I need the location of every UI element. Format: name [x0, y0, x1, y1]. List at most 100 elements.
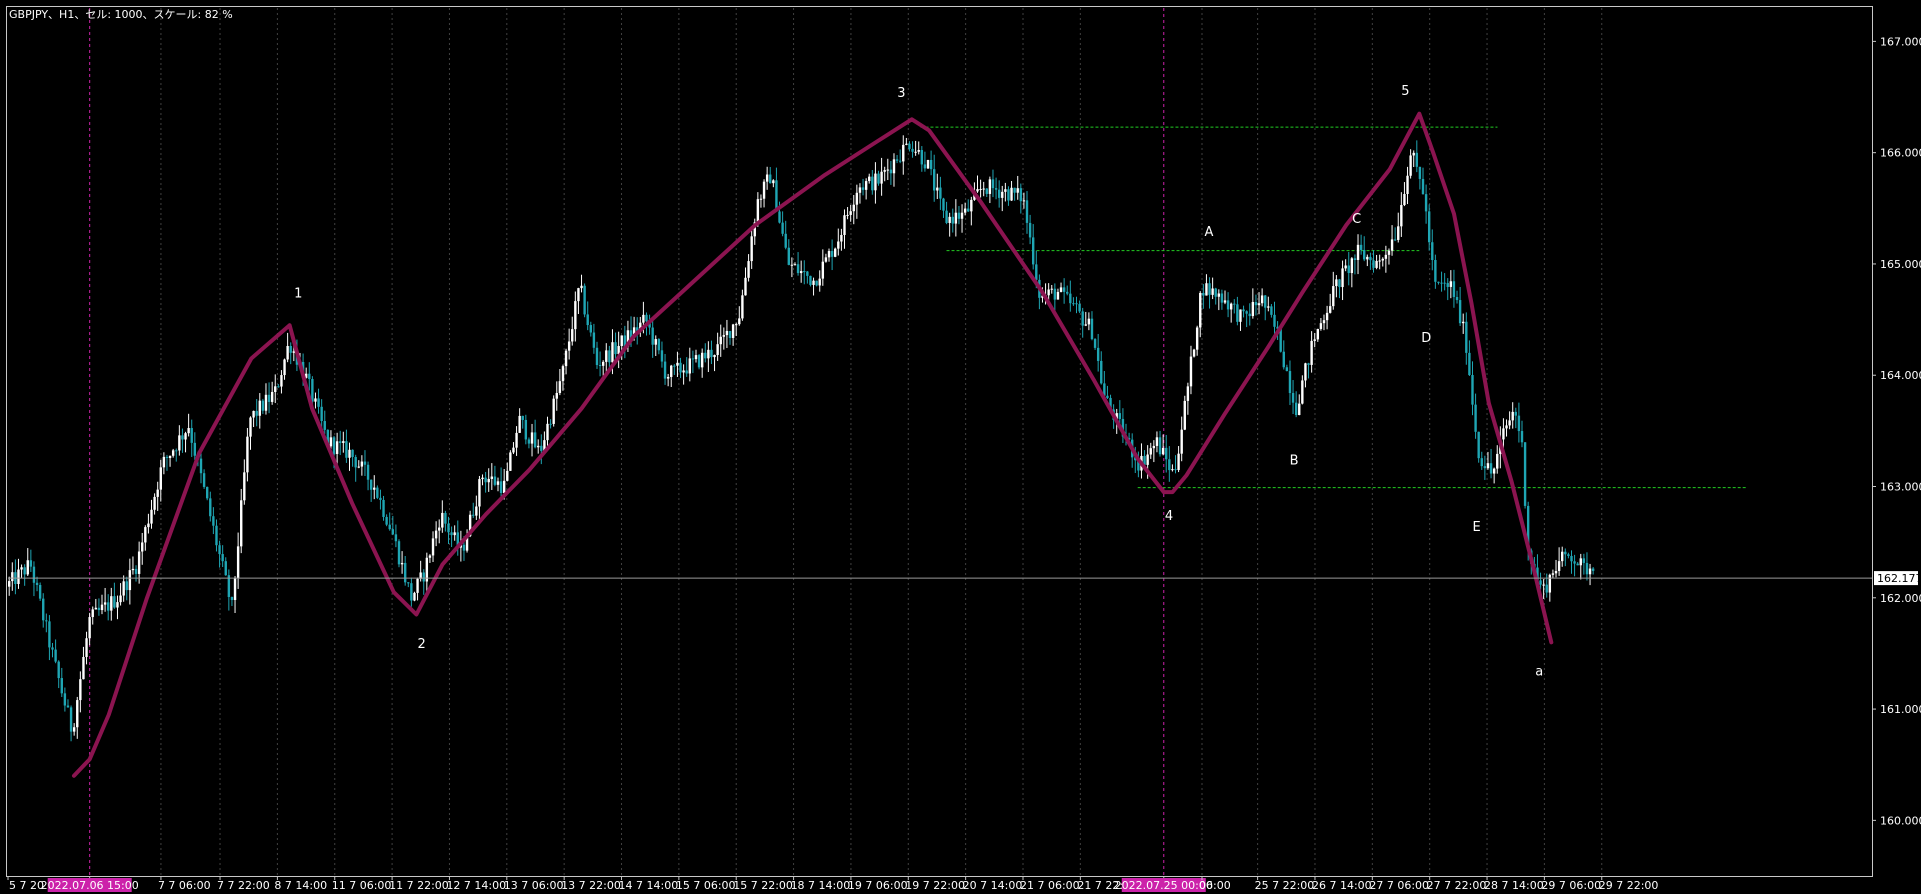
candle-body: [153, 496, 156, 510]
candle-body: [1301, 380, 1304, 404]
candle-body: [886, 169, 889, 171]
wave-label: 5: [1401, 84, 1409, 99]
candle-body: [147, 523, 150, 528]
candle-body: [478, 479, 481, 507]
candle-body: [840, 234, 843, 242]
candle-body: [1585, 562, 1589, 575]
candle-body: [1158, 437, 1162, 455]
x-tick-label: 29 7 22:00: [1599, 879, 1659, 892]
candle-body: [1492, 468, 1496, 474]
candle-body: [1183, 400, 1186, 430]
candle-body: [1437, 281, 1440, 283]
candle-body: [1019, 188, 1023, 202]
candle-body: [926, 159, 930, 169]
chart[interactable]: 1 2 3 4 5 A B C D Ea 162.177 160.000 161.000 162.00…: [0, 0, 1921, 894]
x-tick-label: 21 7 06:00: [1020, 879, 1080, 892]
candle-body: [218, 545, 221, 555]
candle-body: [670, 365, 673, 377]
candle-body: [1267, 306, 1270, 308]
candle-body: [178, 435, 181, 451]
candle-body: [883, 170, 886, 172]
candle-body: [555, 392, 558, 399]
candle-body: [8, 581, 11, 587]
candle-body: [66, 705, 70, 708]
candle-body: [1554, 570, 1558, 574]
candle-body: [1229, 303, 1233, 310]
x-tick-label: 15 7 06:00: [676, 879, 736, 892]
candle-body: [1050, 288, 1053, 290]
candle-body: [716, 344, 719, 355]
candle-body: [530, 432, 534, 444]
candle-body: [567, 341, 571, 351]
candle-body: [1226, 300, 1230, 310]
candle-body: [428, 555, 432, 558]
candle-body: [258, 400, 261, 416]
candle-body: [100, 604, 104, 611]
candle-body: [261, 400, 265, 411]
candle-body: [765, 174, 769, 182]
candle-body: [221, 554, 224, 562]
candle-body: [76, 700, 79, 728]
candle-body: [379, 497, 382, 500]
candle-body: [376, 487, 379, 498]
candle-body: [434, 530, 438, 539]
candle-body: [769, 174, 772, 184]
candle-body: [1022, 200, 1026, 202]
candle-body: [162, 456, 166, 468]
candle-body: [920, 150, 924, 165]
candle-body: [1567, 554, 1570, 556]
candle-body: [72, 727, 76, 732]
candle-body: [917, 150, 920, 152]
candle-body: [1458, 300, 1462, 324]
candle-body: [1588, 568, 1592, 575]
candle-body: [1561, 551, 1564, 562]
candle-body: [1462, 321, 1465, 324]
candle-body: [1220, 293, 1224, 303]
candle-body: [490, 476, 494, 479]
wave-label: 2: [418, 637, 426, 652]
candle-body: [812, 280, 815, 285]
candle-body: [283, 359, 286, 376]
candle-body: [515, 432, 518, 448]
candle-body: [660, 350, 664, 362]
candle-body: [1186, 386, 1190, 401]
candle-body: [1468, 352, 1471, 376]
candle-body: [1406, 175, 1409, 194]
candle-body: [954, 212, 958, 224]
candle-body: [246, 436, 249, 473]
candle-body: [738, 318, 741, 325]
candle-body: [1223, 300, 1227, 303]
candle-body: [481, 477, 484, 480]
x-tick-label: 11 7 22:00: [389, 879, 449, 892]
candle-body: [1539, 580, 1542, 585]
candle-body: [1270, 306, 1273, 315]
candle-body: [592, 332, 596, 348]
candle-body: [369, 479, 373, 490]
candle-body: [1350, 258, 1354, 274]
x-tick-label: 19 7 22:00: [905, 879, 965, 892]
candle-body: [951, 216, 954, 224]
candle-body: [1084, 324, 1087, 326]
candle-body: [17, 569, 20, 585]
candle-body: [1369, 256, 1372, 261]
candle-body: [1239, 309, 1242, 322]
candle-body: [601, 361, 605, 366]
candle-body: [125, 581, 128, 591]
candle-body: [932, 169, 936, 191]
candle-body: [11, 572, 14, 582]
candle-body: [1004, 189, 1007, 192]
wave-label: 4: [1165, 509, 1173, 524]
x-tick-label: 25 7 22:00: [1255, 879, 1315, 892]
wave-label: C: [1352, 212, 1361, 227]
candle-body: [1217, 293, 1221, 297]
wave-label: 1: [294, 286, 302, 301]
candle-body: [416, 578, 419, 593]
candle-body: [462, 544, 466, 551]
candle-body: [413, 592, 416, 601]
candle-body: [645, 314, 648, 322]
x-tick-label: 13 7 06:00: [504, 879, 564, 892]
candle-body: [747, 261, 750, 278]
wave-label: A: [1205, 225, 1214, 240]
candle-body: [861, 187, 865, 190]
candle-body: [830, 251, 834, 257]
